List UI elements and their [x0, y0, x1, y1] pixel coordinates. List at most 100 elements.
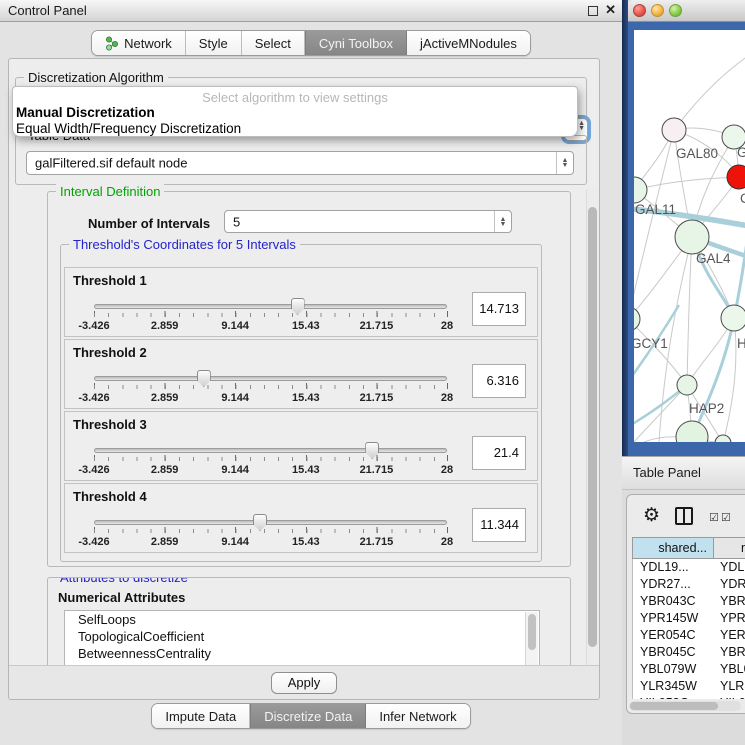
mac-minimize-button[interactable]	[651, 4, 664, 17]
panel-scrollbar[interactable]	[586, 189, 598, 665]
table-data-group: Table Data galFiltered.sif default node …	[15, 135, 587, 185]
node-h[interactable]	[721, 305, 745, 331]
network-icon	[105, 36, 119, 51]
table-header-row: shared... na	[632, 537, 745, 559]
node-label: H	[737, 336, 745, 351]
threshold-3-row: Threshold 3 -3.426 2.859 9.144 15.43 21.…	[64, 411, 538, 481]
screen: Control Panel ✕ Network Style	[0, 0, 745, 745]
table-row[interactable]: YIL052C YIL0	[633, 695, 745, 699]
table-row[interactable]: YDL19... YDL1	[633, 559, 745, 576]
cell: YIL052C	[633, 695, 714, 699]
node-label: GAL4	[696, 251, 731, 266]
threshold-4-slider[interactable]	[94, 520, 447, 525]
top-tab-group: Network Style Select Cyni Toolbox jActiv…	[91, 30, 531, 56]
option-equal-width-frequency[interactable]: Equal Width/Frequency Discretization	[16, 121, 241, 136]
tab-jactivemnodules-label: jActiveMNodules	[420, 36, 517, 51]
node-label: GCY1	[634, 336, 668, 351]
table-horizontal-scrollbar[interactable]	[629, 701, 741, 711]
tick-label: -3.426	[78, 536, 109, 548]
tab-discretize-data[interactable]: Discretize Data	[250, 704, 366, 728]
table-horizontal-scrollbar-thumb[interactable]	[630, 702, 718, 710]
table-row[interactable]: YBL079W YBL0	[633, 661, 745, 678]
gear-icon[interactable]: ⚙	[643, 504, 660, 527]
node-gal80[interactable]	[662, 118, 686, 142]
tick-label: 21.715	[360, 392, 394, 404]
node-bottom-2[interactable]	[715, 435, 731, 442]
tab-jactivemnodules[interactable]: jActiveMNodules	[407, 31, 530, 55]
table-row[interactable]: YPR145W YPR1	[633, 610, 745, 627]
option-manual-discretization[interactable]: Manual Discretization	[16, 105, 155, 120]
threshold-2-label: Threshold 2	[73, 345, 147, 360]
column-header-shared-name[interactable]: shared...	[632, 537, 713, 559]
tab-impute-data-label: Impute Data	[165, 709, 236, 724]
node-bottom[interactable]	[676, 421, 708, 442]
attributes-group-title: Attributes to discretize	[56, 577, 192, 585]
tab-impute-data[interactable]: Impute Data	[152, 704, 250, 728]
cell: YDR27...	[633, 576, 714, 593]
tick-label: 2.859	[151, 536, 179, 548]
algorithm-dropdown-hint: Select algorithm to view settings	[13, 90, 577, 105]
list-item[interactable]: BetweennessCentrality	[65, 645, 539, 662]
node-label: C	[740, 191, 745, 206]
cell: YDR2	[714, 576, 745, 593]
node-gal4[interactable]	[675, 220, 709, 254]
node-hap2[interactable]	[677, 375, 697, 395]
checkbox-icon[interactable]: ☑	[721, 511, 731, 524]
node-table: shared... na YDL19... YDL1 YDR27... YDR2…	[632, 537, 745, 699]
table-row[interactable]: YDR27... YDR2	[633, 576, 745, 593]
cell: YER054C	[633, 627, 714, 644]
combo-stepper: ▲ ▼	[494, 211, 511, 232]
tab-network[interactable]: Network	[92, 31, 186, 55]
tab-select[interactable]: Select	[242, 31, 305, 55]
cell: YBR043C	[633, 593, 714, 610]
table-row[interactable]: YER054C YER0	[633, 627, 745, 644]
node-label: GAL80	[676, 146, 718, 161]
list-item[interactable]: TopologicalCoefficient	[65, 628, 539, 645]
cell: YDL1	[714, 559, 745, 576]
number-of-intervals-combobox[interactable]: 5 ▲ ▼	[224, 210, 512, 233]
tab-infer-network[interactable]: Infer Network	[366, 704, 469, 728]
split-columns-icon[interactable]	[675, 507, 693, 525]
threshold-1-row: Threshold 1 -3.426 2.859 9.144 15.43 21.…	[64, 267, 538, 337]
tab-cyni-toolbox[interactable]: Cyni Toolbox	[305, 31, 407, 55]
threshold-1-value-field[interactable]: 14.713	[472, 292, 526, 326]
threshold-2-value-field[interactable]: 6.316	[472, 364, 526, 398]
list-item[interactable]: SelfLoops	[65, 611, 539, 628]
panel-scrollbar-thumb[interactable]	[588, 207, 597, 647]
mac-zoom-button[interactable]	[669, 4, 682, 17]
threshold-1-slider[interactable]	[94, 304, 447, 309]
tab-style[interactable]: Style	[186, 31, 242, 55]
node-red[interactable]	[727, 165, 745, 189]
tick-label: 28	[441, 464, 453, 476]
node-gcy1[interactable]	[634, 307, 640, 331]
threshold-4-label: Threshold 4	[73, 489, 147, 504]
network-window-titlebar	[628, 0, 745, 22]
table-row[interactable]: YBR045C YBR0	[633, 644, 745, 661]
tick-label: 2.859	[151, 392, 179, 404]
tick-label: 21.715	[360, 536, 394, 548]
tick-label: 28	[441, 320, 453, 332]
column-header-name[interactable]: na	[713, 537, 745, 559]
threshold-3-value-field[interactable]: 21.4	[472, 436, 526, 470]
slider-minor-ticks	[94, 529, 448, 533]
close-icon[interactable]: ✕	[605, 2, 616, 18]
tick-label: 21.715	[360, 320, 394, 332]
float-window-icon[interactable]	[588, 6, 598, 16]
threshold-3-slider[interactable]	[94, 448, 447, 453]
tick-label: 2.859	[151, 320, 179, 332]
network-canvas[interactable]: GAL80 GA C GAL11 GAL4 GCY1 H HAP2	[634, 30, 745, 442]
checkbox-icon[interactable]: ☑	[709, 511, 719, 524]
list-scrollbar-thumb[interactable]	[528, 614, 536, 650]
cell: YER0	[714, 627, 745, 644]
network-view-frame: GAL80 GA C GAL11 GAL4 GCY1 H HAP2	[628, 22, 745, 456]
threshold-2-slider[interactable]	[94, 376, 447, 381]
cell: YLR3	[714, 678, 745, 695]
mac-close-button[interactable]	[633, 4, 646, 17]
table-data-combobox[interactable]: galFiltered.sif default node ▲ ▼	[26, 151, 574, 175]
apply-button[interactable]: Apply	[271, 672, 337, 694]
table-row[interactable]: YBR043C YBR0	[633, 593, 745, 610]
panel-title: Control Panel	[8, 3, 87, 18]
threshold-4-value-field[interactable]: 11.344	[472, 508, 526, 542]
table-row[interactable]: YLR345W YLR3	[633, 678, 745, 695]
tab-cyni-toolbox-label: Cyni Toolbox	[319, 36, 393, 51]
